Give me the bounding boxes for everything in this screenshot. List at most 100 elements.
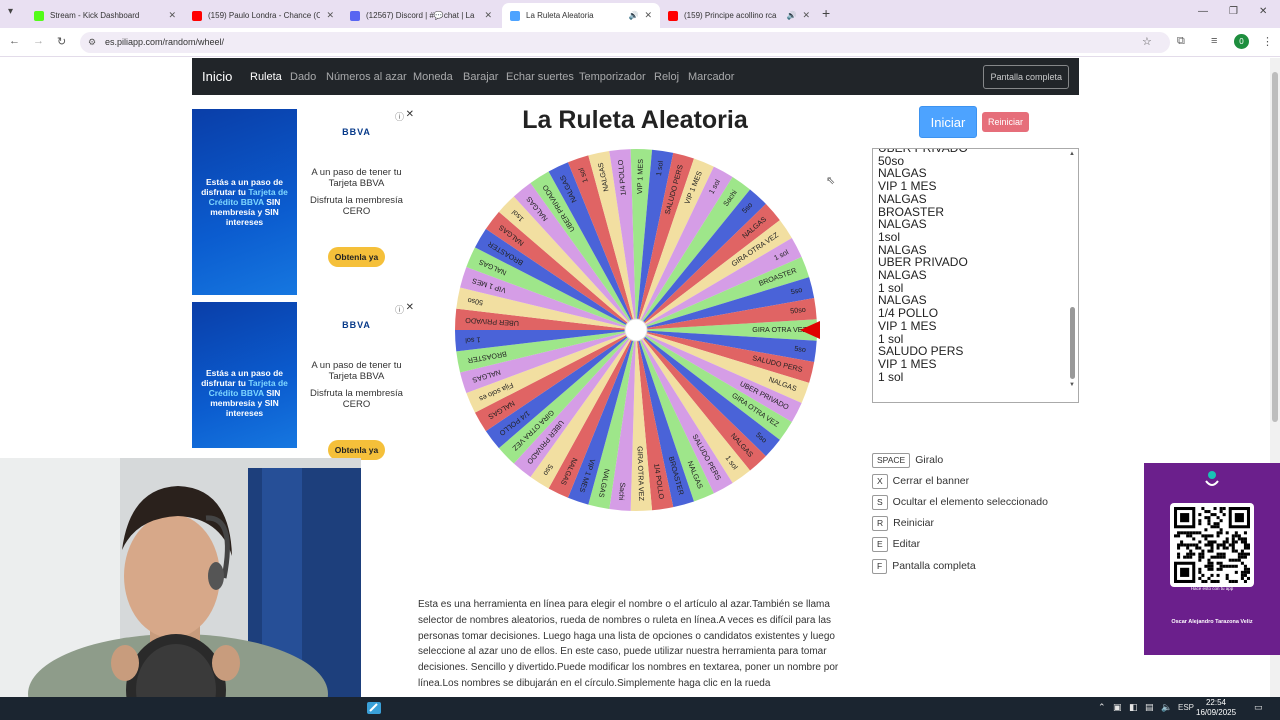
qr-module [1186,531,1190,535]
start-button[interactable]: Iniciar [919,106,977,138]
back-icon[interactable]: ← [9,35,20,47]
browser-menu-icon[interactable]: ⋮ [1262,35,1273,48]
volume-icon[interactable]: 🔈 [1161,702,1172,713]
nav-link-reloj[interactable]: Reloj [654,71,679,83]
qr-module [1234,564,1238,568]
notifications-icon[interactable]: ▭ [1254,702,1263,713]
address-bar[interactable]: ⚙ es.piliapp.com/random/wheel/ [80,32,1170,53]
close-tab-icon[interactable]: ✕ [168,10,176,21]
qr-module [1210,555,1214,559]
speaker-icon[interactable]: 🔊 [786,11,796,20]
close-tab-icon[interactable]: ✕ [326,10,334,21]
qr-module [1207,564,1211,568]
ad-info-icon[interactable]: ⓘ [395,110,404,123]
tab-youtube-principe[interactable]: (159) Principe acollino rca 🔊 ✕ [660,3,818,28]
nav-link-barajar[interactable]: Barajar [463,71,498,83]
shortcut-label: Pantalla completa [892,560,976,572]
qr-module [1219,564,1223,568]
extensions-icon[interactable]: ⧉ [1177,35,1185,48]
name-line: VIP 1 MES [878,318,937,333]
nav-link-moneda[interactable]: Moneda [413,71,453,83]
qr-module [1231,564,1235,568]
tray-monitor-icon[interactable]: ▣ [1113,702,1122,713]
nav-link-echar-suertes[interactable]: Echar suertes [506,71,574,83]
names-scroll-thumb[interactable] [1070,307,1075,379]
close-tab-icon[interactable]: ✕ [644,10,652,21]
ad-banner-1[interactable]: Estás a un paso de disfrutar tu Tarjeta … [192,109,416,295]
names-list[interactable]: UBER PRIVADO 50so NALGAS VIP 1 MES NALGAS BRO… [878,149,1066,383]
nav-link-temporizador[interactable]: Temporizador [579,71,646,83]
qr-module [1198,519,1202,523]
site-brand-link[interactable]: Inicio [202,69,232,84]
browser-toolbar: ← → ↻ ⚙ es.piliapp.com/random/wheel/ ☆ ⧉… [0,28,1280,57]
qr-module [1210,513,1214,517]
close-tab-icon[interactable]: ✕ [802,10,810,21]
tab-ruleta-aleatoria[interactable]: La Ruleta Aleatoria 🔊 ✕ [502,3,660,28]
minimize-icon[interactable]: — [1198,6,1208,17]
ad-close-icon[interactable]: ✕ [406,109,414,120]
tab-title: (159) Paulo Londra - Chance (O [208,11,321,20]
qr-module [1231,534,1235,538]
qr-module [1219,528,1223,532]
qr-module [1210,579,1214,583]
taskbar-clock[interactable]: 22:54 16/09/2025 [1196,698,1236,718]
names-scrollbar[interactable]: ▲ ▼ [1067,149,1078,402]
tray-chevron-icon[interactable]: ⌃ [1098,702,1106,713]
scroll-up-icon[interactable]: ▲ [1069,151,1075,157]
site-info-icon[interactable]: ⚙ [88,37,96,48]
tab-youtube-paulo-londra[interactable]: (159) Paulo Londra - Chance (O ✕ [184,3,342,28]
ad-body-text: Disfruta la membresía CERO [310,388,403,410]
ad-cta-button[interactable]: Obtenla ya [327,440,386,460]
bookmark-star-icon[interactable]: ☆ [1142,35,1152,48]
nav-link-ruleta[interactable]: Ruleta [250,71,282,83]
qr-module [1225,576,1229,580]
tab-menu-icon[interactable]: ▾ [8,6,13,17]
qr-module [1222,507,1226,511]
qr-module [1216,573,1220,577]
nav-link-dado[interactable]: Dado [290,71,316,83]
ad-close-icon[interactable]: ✕ [406,302,414,313]
tab-kick-dashboard[interactable]: Stream - Kick Dashboard ✕ [26,3,184,28]
tab-discord[interactable]: (12567) Discord | #💬chat | La ✕ [342,3,500,28]
close-tab-icon[interactable]: ✕ [484,10,492,21]
restore-icon[interactable]: ❐ [1229,6,1238,17]
qr-module [1240,537,1244,541]
profile-avatar[interactable]: 0 [1234,34,1249,49]
page-scroll-thumb[interactable] [1272,72,1278,422]
qr-module [1219,543,1223,547]
taskbar-app-icon[interactable] [366,700,382,716]
shortcut-key: X [872,473,888,489]
forward-icon[interactable]: → [33,35,44,47]
bbva-logo: BBVA [342,320,371,330]
url-text[interactable]: es.piliapp.com/random/wheel/ [105,37,224,47]
ad-cta-button[interactable]: Obtenla ya [327,247,386,267]
nav-link-numeros[interactable]: Números al azar [326,71,407,83]
qr-module [1207,522,1211,526]
qr-module [1198,513,1202,517]
new-tab-icon[interactable]: + [822,5,830,21]
spin-wheel[interactable]: GIRA OTRA VEZ5soSALUDO PERSNALGASUBER PR… [447,141,825,519]
tray-app-icon[interactable]: ◧ [1129,702,1138,713]
network-icon[interactable]: ▤ [1145,702,1154,713]
reset-button[interactable]: Reiniciar [982,112,1029,132]
reading-list-icon[interactable]: ≡ [1211,35,1217,47]
ad-info-icon[interactable]: ⓘ [395,303,404,316]
input-language[interactable]: ESP [1178,703,1194,712]
wheel-hub[interactable] [624,318,648,342]
qr-module [1198,522,1202,526]
speaker-icon[interactable]: 🔊 [628,11,638,20]
qr-module [1231,549,1235,553]
qr-module [1186,543,1190,547]
qr-module [1216,522,1220,526]
close-window-icon[interactable]: ✕ [1259,6,1267,17]
names-textarea[interactable]: UBER PRIVADO 50so NALGAS VIP 1 MES NALGAS BRO… [872,148,1079,403]
nav-link-marcador[interactable]: Marcador [688,71,734,83]
reload-icon[interactable]: ↻ [57,35,66,48]
qr-module [1222,564,1226,568]
qr-module [1243,567,1247,571]
fullscreen-button[interactable]: Pantalla completa [983,65,1069,89]
wheel-segment-label: 5so [794,344,807,354]
scroll-down-icon[interactable]: ▼ [1069,382,1075,388]
qr-module [1189,555,1193,559]
qr-module [1180,543,1184,547]
